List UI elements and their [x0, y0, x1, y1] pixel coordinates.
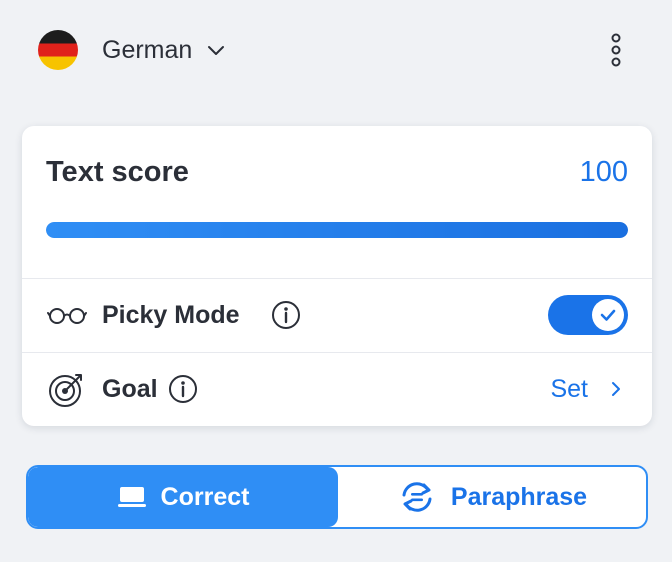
goal-info-icon[interactable] — [168, 374, 198, 404]
rephrase-icon — [402, 482, 432, 512]
picky-mode-toggle[interactable] — [548, 295, 628, 335]
checkmark-icon — [600, 309, 616, 321]
mode-switch: Correct Paraphrase — [26, 465, 648, 529]
chevron-down-icon — [208, 46, 225, 55]
laptop-icon — [117, 487, 146, 507]
goal-row: Goal Set — [22, 353, 652, 425]
correct-tab-label: Correct — [160, 482, 250, 511]
paraphrase-tab[interactable]: Paraphrase — [338, 467, 646, 527]
picky-mode-info-icon[interactable] — [271, 300, 301, 330]
language-selector[interactable]: German — [92, 28, 236, 72]
target-icon — [46, 368, 88, 410]
set-goal-label: Set — [550, 374, 588, 403]
text-score-value: 100 — [579, 156, 628, 188]
germany-flag-icon — [38, 30, 78, 70]
goal-label: Goal — [102, 374, 158, 403]
header: German — [0, 0, 672, 100]
app-panel: German Text score 100 Picky Mode Goal Se… — [0, 0, 672, 562]
set-goal-link[interactable]: Set — [550, 375, 622, 404]
picky-mode-row: Picky Mode — [22, 279, 652, 351]
text-score-title: Text score — [46, 156, 189, 188]
picky-mode-label: Picky Mode — [102, 300, 240, 329]
score-progress-fill — [46, 222, 628, 238]
chevron-right-icon — [612, 382, 620, 396]
correct-tab[interactable]: Correct — [28, 467, 338, 527]
glasses-icon — [46, 294, 88, 336]
kebab-menu-icon — [611, 33, 621, 67]
toggle-knob — [592, 299, 624, 331]
more-options-button[interactable] — [596, 28, 636, 72]
score-card: Text score 100 Picky Mode Goal Set — [22, 126, 652, 426]
score-progress-bar — [46, 222, 628, 238]
text-score-section: Text score 100 — [22, 126, 652, 278]
language-label: German — [102, 35, 193, 64]
paraphrase-tab-label: Paraphrase — [450, 482, 588, 511]
